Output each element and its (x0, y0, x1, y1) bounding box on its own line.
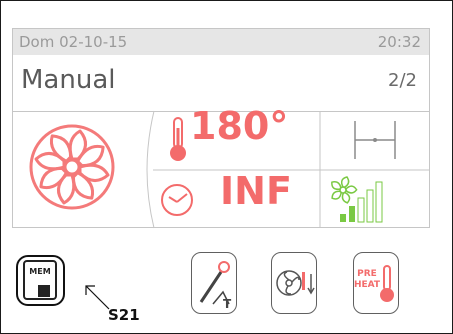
mem-label: MEM (29, 267, 50, 276)
fan-speed-bar (366, 189, 374, 223)
preheat-icon: PRE HEAT (354, 265, 394, 302)
time-value[interactable]: INF (220, 169, 292, 213)
core-probe-icon: T (199, 261, 232, 311)
callout-label: S21 (108, 306, 140, 324)
thermometer-icon (170, 117, 186, 161)
damper-icon[interactable] (354, 121, 396, 159)
timer-icon[interactable] (161, 184, 193, 216)
floppy-disk-icon: MEM (23, 260, 57, 300)
fan-speed-bar (357, 197, 365, 223)
svg-text:T: T (223, 297, 232, 311)
fan-speed-bar (375, 181, 383, 223)
mem-button[interactable]: MEM (16, 255, 65, 306)
fan-speed-bar (340, 214, 346, 222)
preheat-label-1: PRE (357, 269, 377, 279)
fan-temperature-icon (276, 270, 315, 296)
probe-button[interactable]: T (191, 252, 237, 314)
fan-temp-button[interactable] (271, 252, 317, 314)
preheat-label-2: HEAT (354, 280, 381, 290)
fan-speed-icon[interactable] (330, 176, 383, 223)
temperature-value[interactable]: 180° (190, 104, 288, 148)
fan-speed-bar (349, 206, 355, 222)
fan-icon[interactable] (29, 124, 115, 210)
preheat-button[interactable]: PRE HEAT (353, 252, 399, 314)
